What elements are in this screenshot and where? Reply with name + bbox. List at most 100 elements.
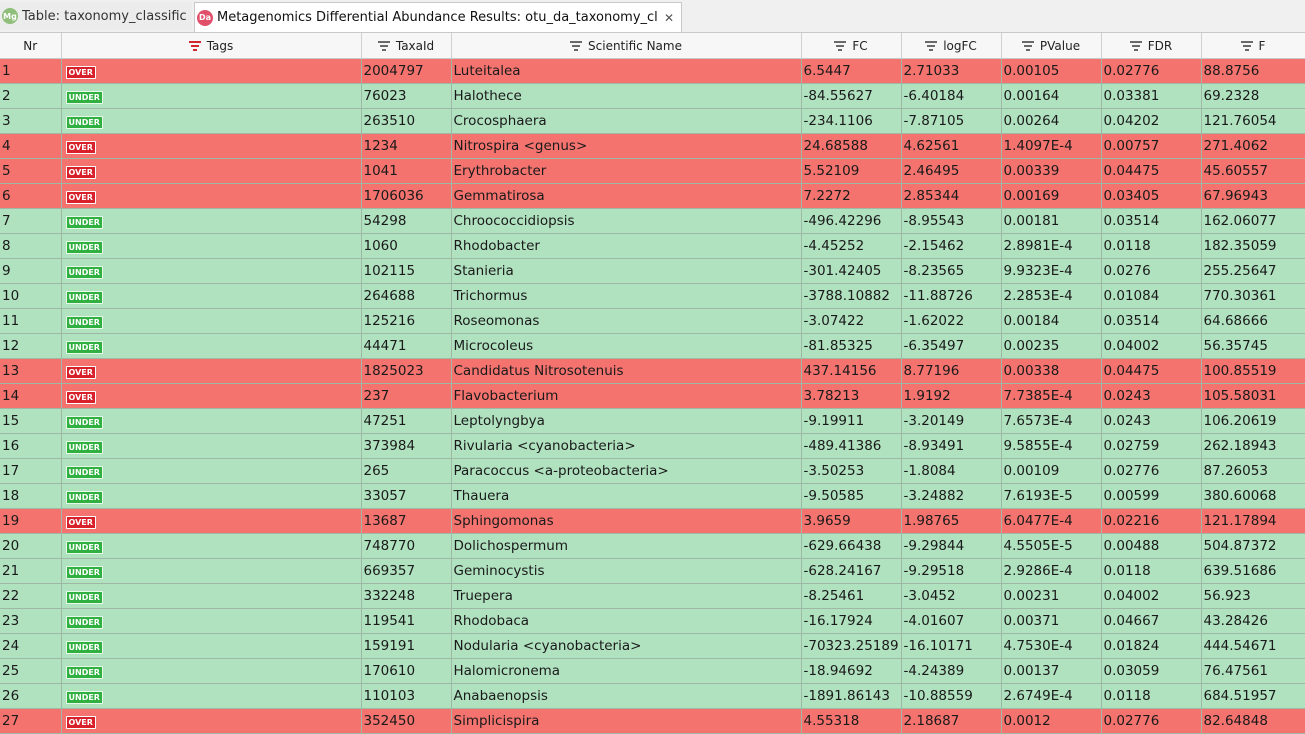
scientific-name-cell: Nodularia <cyanobacteria>	[451, 633, 802, 659]
f-cell: 100.85519	[1201, 358, 1305, 384]
table-row[interactable]: 14 OVER 237 Flavobacterium 3.78213 1.9192 7.73…	[0, 383, 1305, 409]
column-header-fdr[interactable]: FDR	[1101, 33, 1202, 59]
tab-da-results[interactable]: Da Metagenomics Differential Abundance R…	[194, 2, 682, 32]
table-row[interactable]: 12 UNDER 44471 Microcoleus -81.85325 -6.35497…	[0, 333, 1305, 359]
logfc-cell: -8.23565	[901, 258, 1002, 284]
fdr-cell: 0.02776	[1101, 58, 1202, 84]
table-row[interactable]: 1 OVER 2004797 Luteitalea 6.5447 2.71033 0.001…	[0, 58, 1305, 84]
table-row[interactable]: 20 UNDER 748770 Dolichospermum -629.66438 -9.…	[0, 533, 1305, 559]
column-header-tags[interactable]: Tags	[61, 33, 362, 59]
table-row[interactable]: 4 OVER 1234 Nitrospira <genus> 24.68588 4.625…	[0, 133, 1305, 159]
table-row[interactable]: 5 OVER 1041 Erythrobacter 5.52109 2.46495 0.00…	[0, 158, 1305, 184]
table-row[interactable]: 21 UNDER 669357 Geminocystis -628.24167 -9.29…	[0, 558, 1305, 584]
fdr-cell: 0.0243	[1101, 383, 1202, 409]
fdr-cell: 0.0276	[1101, 258, 1202, 284]
fdr-cell: 0.02216	[1101, 508, 1202, 534]
tag-cell: UNDER	[61, 533, 362, 559]
f-cell: 162.06077	[1201, 208, 1305, 234]
table-row[interactable]: 24 UNDER 159191 Nodularia <cyanobacteria> -7…	[0, 633, 1305, 659]
fdr-cell: 0.0243	[1101, 408, 1202, 434]
table-row[interactable]: 3 UNDER 263510 Crocosphaera -234.1106 -7.8710…	[0, 108, 1305, 134]
fc-cell: -70323.25189	[801, 633, 902, 659]
nr-cell: 14	[0, 383, 62, 409]
nr-cell: 12	[0, 333, 62, 359]
tab-taxonomy-table[interactable]: Mg Table: taxonomy_classification	[0, 2, 192, 30]
table-row[interactable]: 15 UNDER 47251 Leptolyngbya -9.19911 -3.20149…	[0, 408, 1305, 434]
column-header-pvalue[interactable]: PValue	[1001, 33, 1102, 59]
nr-cell: 10	[0, 283, 62, 309]
tag-cell: OVER	[61, 58, 362, 84]
sort-filter-icon[interactable]	[570, 41, 583, 51]
taxaid-cell: 125216	[361, 308, 452, 334]
fdr-cell: 0.01824	[1101, 633, 1202, 659]
scientific-name-cell: Trichormus	[451, 283, 802, 309]
sort-filter-icon[interactable]	[925, 41, 938, 51]
sort-filter-icon[interactable]	[188, 41, 201, 51]
fdr-cell: 0.00599	[1101, 483, 1202, 509]
logfc-cell: 2.85344	[901, 183, 1002, 209]
pvalue-cell: 6.0477E-4	[1001, 508, 1102, 534]
f-cell: 639.51686	[1201, 558, 1305, 584]
taxaid-cell: 44471	[361, 333, 452, 359]
tag-cell: UNDER	[61, 408, 362, 434]
logfc-cell: -3.24882	[901, 483, 1002, 509]
f-cell: 76.47561	[1201, 658, 1305, 684]
tag-cell: OVER	[61, 183, 362, 209]
table-row[interactable]: 8 UNDER 1060 Rhodobacter -4.45252 -2.15462 2.8…	[0, 233, 1305, 259]
close-icon[interactable]: ✕	[663, 11, 675, 25]
fdr-cell: 0.02759	[1101, 433, 1202, 459]
nr-cell: 6	[0, 183, 62, 209]
table-row[interactable]: 7 UNDER 54298 Chroococcidiopsis -496.42296 -8…	[0, 208, 1305, 234]
taxaid-cell: 119541	[361, 608, 452, 634]
scientific-name-cell: Rivularia <cyanobacteria>	[451, 433, 802, 459]
taxaid-cell: 265	[361, 458, 452, 484]
fdr-cell: 0.02776	[1101, 458, 1202, 484]
column-header-scientific-name[interactable]: Scientific Name	[451, 33, 802, 59]
table-row[interactable]: 16 UNDER 373984 Rivularia <cyanobacteria> -4…	[0, 433, 1305, 459]
table-row[interactable]: 25 UNDER 170610 Halomicronema -18.94692 -4.24…	[0, 658, 1305, 684]
tag-cell: UNDER	[61, 258, 362, 284]
tag-cell: OVER	[61, 383, 362, 409]
fc-cell: -3.50253	[801, 458, 902, 484]
sort-filter-icon[interactable]	[1240, 41, 1253, 51]
scientific-name-cell: Rhodobaca	[451, 608, 802, 634]
column-header-label: FC	[852, 38, 868, 53]
pvalue-cell: 0.00264	[1001, 108, 1102, 134]
tag-badge: UNDER	[65, 691, 103, 704]
sort-filter-icon[interactable]	[1021, 41, 1034, 51]
scientific-name-cell: Geminocystis	[451, 558, 802, 584]
scientific-name-cell: Erythrobacter	[451, 158, 802, 184]
sort-filter-icon[interactable]	[834, 41, 847, 51]
scientific-name-cell: Microcoleus	[451, 333, 802, 359]
taxaid-cell: 2004797	[361, 58, 452, 84]
table-row[interactable]: 19 OVER 13687 Sphingomonas 3.9659 1.98765 6.04…	[0, 508, 1305, 534]
column-header-label: Nr	[23, 38, 38, 53]
fdr-cell: 0.04475	[1101, 158, 1202, 184]
table-row[interactable]: 18 UNDER 33057 Thauera -9.50585 -3.24882 7.619…	[0, 483, 1305, 509]
tag-badge: UNDER	[65, 91, 103, 104]
table-row[interactable]: 22 UNDER 332248 Truepera -8.25461 -3.0452 0.00…	[0, 583, 1305, 609]
table-row[interactable]: 27 OVER 352450 Simplicispira 4.55318 2.18687 0…	[0, 708, 1305, 734]
column-header-f[interactable]: F	[1201, 33, 1305, 59]
column-header-nr[interactable]: Nr	[0, 33, 62, 59]
sort-filter-icon[interactable]	[377, 41, 390, 51]
scientific-name-cell: Nitrospira <genus>	[451, 133, 802, 159]
tag-badge: UNDER	[65, 541, 103, 554]
table-row[interactable]: 9 UNDER 102115 Stanieria -301.42405 -8.23565 9…	[0, 258, 1305, 284]
table-row[interactable]: 23 UNDER 119541 Rhodobaca -16.17924 -4.01607 0…	[0, 608, 1305, 634]
column-header-logfc[interactable]: logFC	[901, 33, 1002, 59]
sort-filter-icon[interactable]	[1129, 41, 1142, 51]
table-row[interactable]: 6 OVER 1706036 Gemmatirosa 7.2272 2.85344 0.00…	[0, 183, 1305, 209]
column-header-fc[interactable]: FC	[801, 33, 902, 59]
scientific-name-cell: Truepera	[451, 583, 802, 609]
table-row[interactable]: 11 UNDER 125216 Roseomonas -3.07422 -1.62022 0…	[0, 308, 1305, 334]
tag-cell: UNDER	[61, 658, 362, 684]
table-row[interactable]: 10 UNDER 264688 Trichormus -3788.10882 -11.88…	[0, 283, 1305, 309]
table-row[interactable]: 13 OVER 1825023 Candidatus Nitrosotenuis 437…	[0, 358, 1305, 384]
table-row[interactable]: 17 UNDER 265 Paracoccus <a-proteobacteria> -…	[0, 458, 1305, 484]
table-row[interactable]: 2 UNDER 76023 Halothece -84.55627 -6.40184 0.0…	[0, 83, 1305, 109]
column-header-taxaid[interactable]: TaxaId	[361, 33, 452, 59]
tag-badge: UNDER	[65, 116, 103, 129]
logfc-cell: 4.62561	[901, 133, 1002, 159]
taxaid-cell: 159191	[361, 633, 452, 659]
